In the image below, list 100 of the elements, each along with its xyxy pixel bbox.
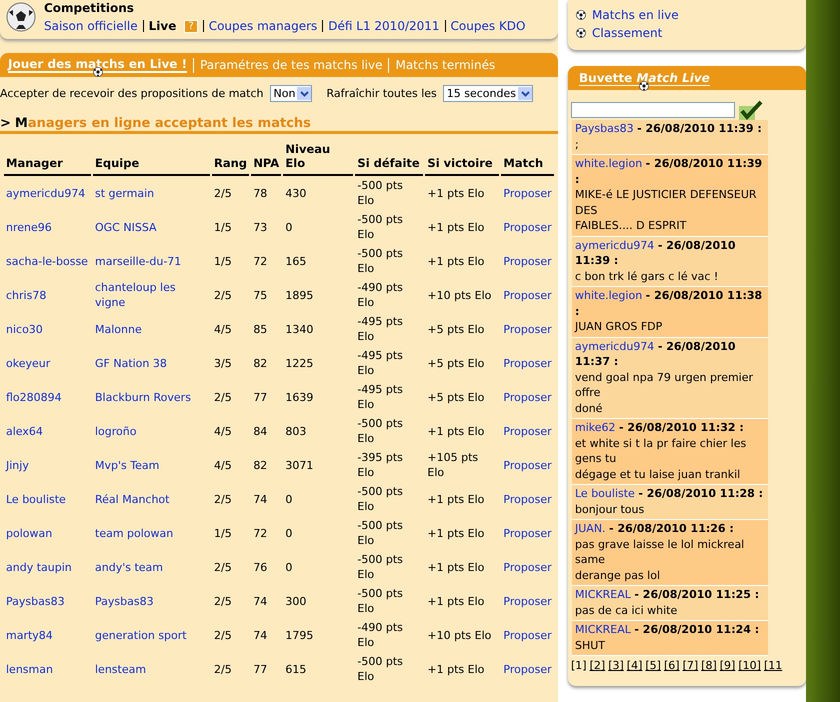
column-header: Equipe: [93, 140, 210, 176]
manager-link[interactable]: flo280894: [6, 390, 62, 404]
page-link[interactable]: [2]: [590, 659, 606, 672]
message-header: MICKREAL - 26/08/2010 11:24 :: [575, 622, 760, 638]
message-author[interactable]: Paysbas83: [575, 122, 634, 135]
column-header: Si défaite: [355, 140, 424, 176]
team-link[interactable]: Mvp's Team: [95, 458, 160, 472]
propose-link[interactable]: Proposer: [503, 662, 552, 676]
dropdown[interactable]: 15 secondes: [442, 85, 533, 102]
propose-link[interactable]: Proposer: [503, 560, 552, 574]
propose-link[interactable]: Proposer: [503, 322, 552, 336]
table-cell-text: +1 pts Elo: [426, 526, 486, 542]
message-text: c bon trk lé gars c lé vac !: [575, 268, 720, 284]
team-link[interactable]: GF Nation 38: [95, 356, 167, 370]
page-link[interactable]: [6]: [664, 659, 680, 672]
propose-link[interactable]: Proposer: [503, 458, 552, 472]
page-link[interactable]: [1]: [571, 659, 587, 672]
table-cell-text: -500 pts Elo: [356, 246, 404, 277]
page-link[interactable]: [10]: [738, 659, 761, 672]
chat-input[interactable]: [571, 102, 735, 118]
column-header: Si victoire: [425, 140, 500, 176]
manager-link[interactable]: lensman: [6, 662, 53, 676]
propose-link[interactable]: Proposer: [503, 356, 552, 370]
table-cell-text: 74: [252, 492, 268, 508]
team-link[interactable]: lensteam: [95, 662, 146, 676]
manager-link[interactable]: sacha-le-bosse: [6, 254, 88, 268]
propose-link[interactable]: Proposer: [503, 220, 552, 234]
manager-link[interactable]: okeyeur: [6, 356, 50, 370]
propose-link[interactable]: Proposer: [503, 288, 552, 302]
team-link[interactable]: marseille-du-71: [95, 254, 182, 268]
table-cell-text: 0: [284, 492, 294, 508]
table-cell-text: 1225: [284, 356, 314, 372]
message-author[interactable]: white.legion: [575, 157, 642, 170]
page-link[interactable]: [3]: [608, 659, 624, 672]
table-cell-text: 1895: [284, 288, 314, 304]
message-author[interactable]: white.legion: [575, 289, 642, 302]
team-link[interactable]: generation sport: [95, 628, 187, 642]
team-link[interactable]: team polowan: [95, 526, 174, 540]
team-link[interactable]: Paysbas83: [95, 594, 154, 608]
competition-link[interactable]: Coupes managers: [208, 19, 318, 33]
manager-link[interactable]: alex64: [6, 424, 43, 438]
table-cell-text: +1 pts Elo: [426, 254, 486, 270]
manager-link[interactable]: nrene96: [6, 220, 52, 234]
propose-link[interactable]: Proposer: [503, 254, 552, 268]
page-link[interactable]: [11: [764, 659, 782, 672]
dropdown[interactable]: Non: [270, 85, 312, 102]
message-author[interactable]: mike62: [575, 421, 616, 434]
table-cell-text: 1795: [284, 628, 314, 644]
team-link[interactable]: Blackburn Rovers: [95, 390, 191, 404]
competition-link[interactable]: Défi L1 2010/2011: [328, 19, 440, 33]
table-cell-text: 84: [252, 424, 268, 440]
message-author[interactable]: JUAN.: [575, 522, 606, 535]
page-link[interactable]: [5]: [645, 659, 661, 672]
message-author[interactable]: aymericdu974: [575, 238, 654, 252]
manager-link[interactable]: marty84: [6, 628, 53, 642]
team-link[interactable]: Réal Manchot: [95, 492, 170, 506]
manager-link[interactable]: chris78: [6, 288, 46, 302]
manager-link[interactable]: aymericdu974: [6, 186, 86, 200]
page-link[interactable]: [9]: [720, 659, 736, 672]
column-header: Match: [501, 140, 554, 176]
manager-link[interactable]: nico30: [6, 322, 43, 336]
team-link[interactable]: OGC NISSA: [95, 220, 157, 234]
message-text: JUAN GROS FDP: [575, 319, 664, 334]
table-cell-text: 78: [252, 186, 268, 202]
column-header: Rang: [212, 140, 250, 176]
message-author[interactable]: Le bouliste: [575, 487, 635, 500]
manager-link[interactable]: polowan: [6, 526, 52, 540]
team-link[interactable]: andy's team: [95, 560, 163, 574]
message-author[interactable]: MICKREAL: [575, 588, 631, 601]
page-link[interactable]: [7]: [682, 659, 698, 672]
message-header: Paysbas83 - 26/08/2010 11:39 :: [575, 121, 763, 136]
manager-link[interactable]: andy taupin: [6, 560, 72, 574]
competition-link[interactable]: Saison officielle: [44, 19, 138, 33]
propose-link[interactable]: Proposer: [503, 390, 552, 404]
sidebar-link[interactable]: Matchs en live: [592, 8, 679, 22]
manager-link[interactable]: Paysbas83: [6, 594, 65, 608]
propose-link[interactable]: Proposer: [503, 492, 552, 506]
table-cell-text: 82: [252, 458, 268, 474]
propose-link[interactable]: Proposer: [503, 526, 552, 540]
propose-link[interactable]: Proposer: [503, 594, 552, 608]
table-cell-text: +5 pts Elo: [426, 322, 486, 338]
team-link[interactable]: Malonne: [95, 322, 142, 336]
manager-link[interactable]: Le bouliste: [6, 492, 66, 506]
propose-link[interactable]: Proposer: [503, 424, 552, 438]
page-link[interactable]: [8]: [701, 659, 717, 672]
page-link[interactable]: [4]: [626, 659, 642, 672]
message-text: MIKE-é LE JUSTICIER DEFENSEUR DES: [575, 187, 758, 218]
competition-link[interactable]: Coupes KDO: [450, 19, 526, 33]
message-author[interactable]: aymericdu974: [575, 340, 654, 352]
team-link[interactable]: chanteloup les vigne: [95, 280, 208, 310]
propose-link[interactable]: Proposer: [503, 186, 552, 200]
table-cell-text: +1 pts Elo: [426, 424, 486, 440]
propose-link[interactable]: Proposer: [503, 628, 552, 642]
message-author[interactable]: MICKREAL: [575, 623, 631, 636]
checkmark-icon[interactable]: [739, 100, 763, 120]
sidebar-link[interactable]: Classement: [592, 26, 662, 40]
manager-link[interactable]: Jinjy: [6, 458, 29, 472]
table-cell-text: 1639: [284, 390, 314, 406]
team-link[interactable]: logroño: [95, 424, 136, 438]
team-link[interactable]: st germain: [95, 186, 154, 200]
